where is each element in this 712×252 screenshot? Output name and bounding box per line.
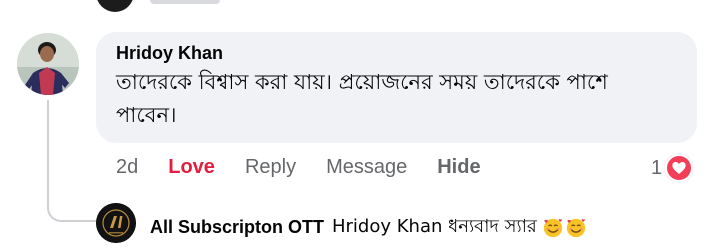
brand-logo-icon: [96, 203, 136, 243]
heart-icon: [665, 154, 694, 182]
reaction-count: 1: [651, 156, 663, 179]
hide-button[interactable]: Hide: [437, 156, 480, 179]
love-button[interactable]: Love: [168, 156, 215, 179]
comment-thread: Hridoy Khan তাদেরকে বিশ্বাস করা যায়। প্…: [0, 0, 712, 252]
thread-connector-line: [47, 100, 103, 222]
previous-comment-avatar[interactable]: [96, 0, 134, 12]
reply-text: Hridoy Khan ধন্যবাদ স্যার: [332, 216, 537, 237]
reply-button[interactable]: Reply: [245, 156, 296, 179]
comment-bubble: Hridoy Khan তাদেরকে বিশ্বাস করা যায়। প্…: [96, 32, 697, 143]
comment-text: তাদেরকে বিশ্বাস করা যায়। প্রয়োজনের সময…: [116, 70, 608, 127]
comment-actions: 2d Love Reply Message Hide: [116, 154, 511, 180]
smiling-face-with-hearts-icon: [541, 217, 587, 239]
comment-timestamp[interactable]: 2d: [116, 156, 138, 179]
comment-author-name[interactable]: Hridoy Khan: [116, 42, 677, 64]
reply-author-name[interactable]: All Subscripton OTT: [150, 217, 324, 238]
message-button[interactable]: Message: [326, 156, 407, 179]
reply-author-avatar[interactable]: [96, 203, 136, 243]
commenter-avatar[interactable]: [17, 33, 79, 95]
reply-comment: All Subscripton OTT Hridoy Khan ধন্যবাদ …: [150, 212, 587, 243]
previous-comment-cropped: [150, 0, 220, 4]
reaction-summary[interactable]: 1: [651, 154, 694, 182]
person-photo-icon: [17, 33, 79, 95]
